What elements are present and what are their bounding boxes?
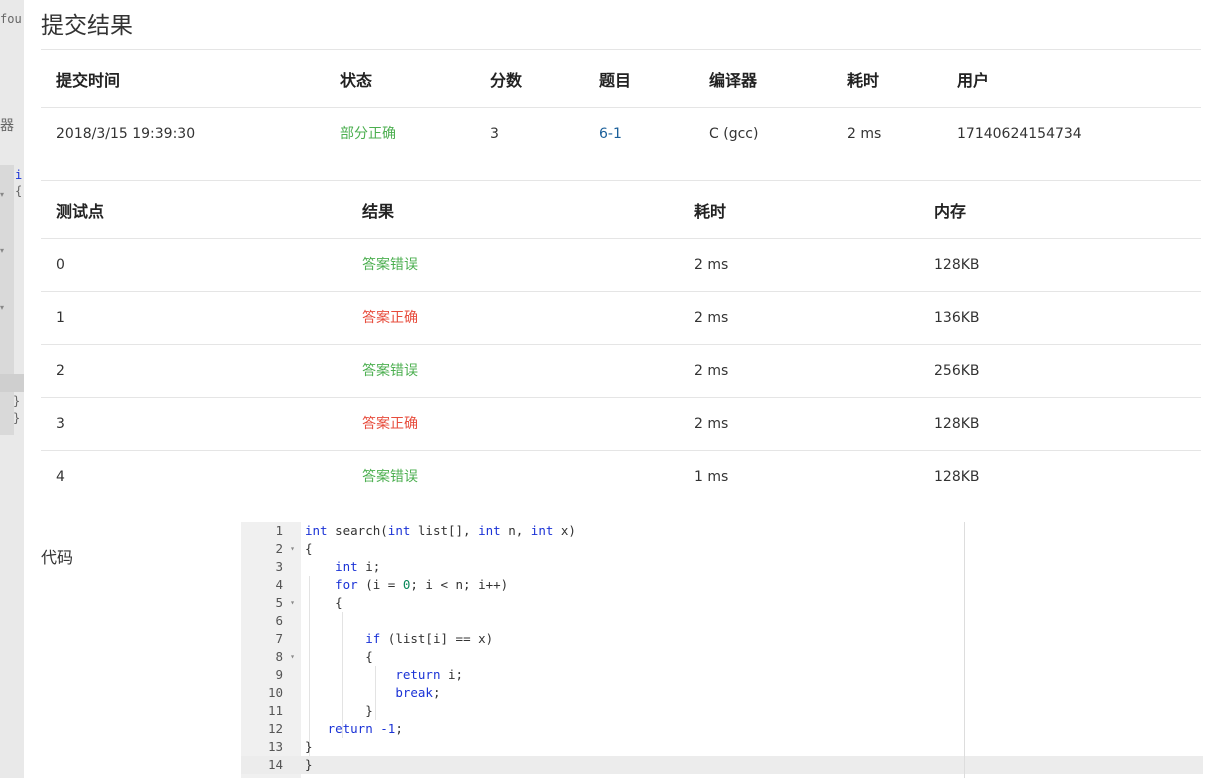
line-number: 4 [275, 577, 283, 592]
line-number: 2 ▾ [275, 540, 295, 558]
header-status: 状态 [340, 71, 373, 90]
background-text: } [13, 411, 21, 425]
background-text: { [15, 184, 23, 198]
background-text: fou [0, 12, 22, 26]
header-memory: 内存 [934, 202, 967, 221]
test-memory: 128KB [934, 469, 980, 485]
background-text: i [15, 168, 23, 182]
test-time: 2 ms [694, 416, 729, 432]
code-line: int i; [335, 559, 381, 574]
test-memory: 136KB [934, 310, 980, 326]
line-number: 13 [267, 739, 283, 754]
header-score: 分数 [490, 71, 523, 90]
user-id: 17140624154734 [957, 126, 1082, 142]
code-line: int search(int list[], int n, int x) [305, 523, 576, 538]
test-memory: 128KB [934, 257, 980, 273]
code-line: if (list[i] == x) [365, 631, 494, 646]
problem-link[interactable]: 6-1 [599, 108, 622, 161]
submission-result-modal: 提交结果 提交时间 状态 分数 题目 编译器 耗时 用户 2018/3/15 1… [24, 0, 1213, 778]
test-memory: 256KB [934, 363, 980, 379]
code-line: return i; [395, 667, 464, 682]
background-highlight [0, 374, 24, 392]
line-number: 8 ▾ [275, 648, 295, 666]
table-row: 3 答案正确 2 ms 128KB [41, 398, 1201, 451]
header-result: 结果 [362, 202, 395, 221]
table-row: 4 答案错误 1 ms 128KB [41, 451, 1201, 504]
line-number: 6 [275, 613, 283, 628]
fold-arrow-icon: ▾ [0, 190, 5, 199]
test-result: 答案正确 [362, 416, 418, 432]
code-line: { [305, 541, 313, 556]
line-number: 12 [267, 721, 283, 736]
line-number: 1 [275, 523, 283, 538]
header-test-time: 耗时 [694, 202, 727, 221]
table-row: 1 答案正确 2 ms 136KB [41, 292, 1201, 345]
divider [41, 180, 1201, 181]
active-line-highlight [241, 756, 1203, 774]
status-badge: 部分正确 [340, 126, 396, 142]
header-problem: 题目 [599, 71, 632, 90]
test-result: 答案正确 [362, 310, 418, 326]
line-number: 11 [267, 703, 283, 718]
background-text: } [13, 394, 21, 408]
test-id: 2 [56, 363, 65, 379]
header-test-case: 测试点 [56, 202, 105, 221]
code-line: } [305, 739, 313, 754]
header-time: 耗时 [847, 71, 880, 90]
test-id: 4 [56, 469, 65, 485]
test-time: 1 ms [694, 469, 729, 485]
divider [41, 49, 1201, 50]
fold-arrow-icon: ▾ [0, 303, 5, 312]
header-user: 用户 [957, 71, 990, 90]
header-submit-time: 提交时间 [56, 71, 121, 90]
code-label: 代码 [41, 548, 74, 567]
line-number: 14 [267, 757, 283, 772]
background-page: fou 器 i { ▾ ▾ ▾ } } [0, 0, 24, 778]
code-line: for (i = 0; i < n; i++) [335, 577, 509, 592]
fold-arrow-icon[interactable]: ▾ [290, 594, 295, 612]
test-time: 2 ms [694, 310, 729, 326]
line-number: 10 [267, 685, 283, 700]
tests-table-header: 测试点 结果 耗时 内存 [41, 185, 1201, 239]
background-gutter [0, 165, 14, 435]
submission-row: 2018/3/15 19:39:30 部分正确 3 6-1 C (gcc) 2 … [41, 108, 1201, 162]
code-line: } [305, 757, 313, 772]
score: 3 [490, 126, 499, 142]
test-result: 答案错误 [362, 363, 418, 379]
submission-table-header: 提交时间 状态 分数 题目 编译器 耗时 用户 [41, 54, 1201, 108]
line-number: 7 [275, 631, 283, 646]
submit-time: 2018/3/15 19:39:30 [56, 126, 196, 142]
test-id: 1 [56, 310, 65, 326]
compiler: C (gcc) [709, 126, 759, 142]
fold-arrow-icon: ▾ [0, 246, 5, 255]
code-line: break; [395, 685, 441, 700]
test-time: 2 ms [694, 363, 729, 379]
test-id: 0 [56, 257, 65, 273]
elapsed-time: 2 ms [847, 126, 882, 142]
test-result: 答案错误 [362, 469, 418, 485]
print-margin [964, 522, 965, 778]
header-compiler: 编译器 [709, 71, 758, 90]
code-line: return -1; [327, 721, 403, 736]
table-row: 2 答案错误 2 ms 256KB [41, 345, 1201, 398]
fold-arrow-icon[interactable]: ▾ [290, 648, 295, 666]
code-line: } [305, 703, 373, 718]
code-line: { [305, 595, 343, 610]
line-number: 5 ▾ [275, 594, 295, 612]
fold-arrow-icon[interactable]: ▾ [290, 540, 295, 558]
table-row: 0 答案错误 2 ms 128KB [41, 239, 1201, 292]
background-text: 器 [0, 118, 14, 134]
line-number: 3 [275, 559, 283, 574]
test-memory: 128KB [934, 416, 980, 432]
code-line: { [305, 649, 373, 664]
test-id: 3 [56, 416, 65, 432]
code-editor[interactable]: 1 2 ▾ 3 4 5 ▾ 6 7 8 ▾ 9 10 11 12 13 14 int … [241, 522, 1203, 778]
test-time: 2 ms [694, 257, 729, 273]
test-result: 答案错误 [362, 257, 418, 273]
modal-title: 提交结果 [41, 13, 133, 39]
line-number: 9 [275, 667, 283, 682]
